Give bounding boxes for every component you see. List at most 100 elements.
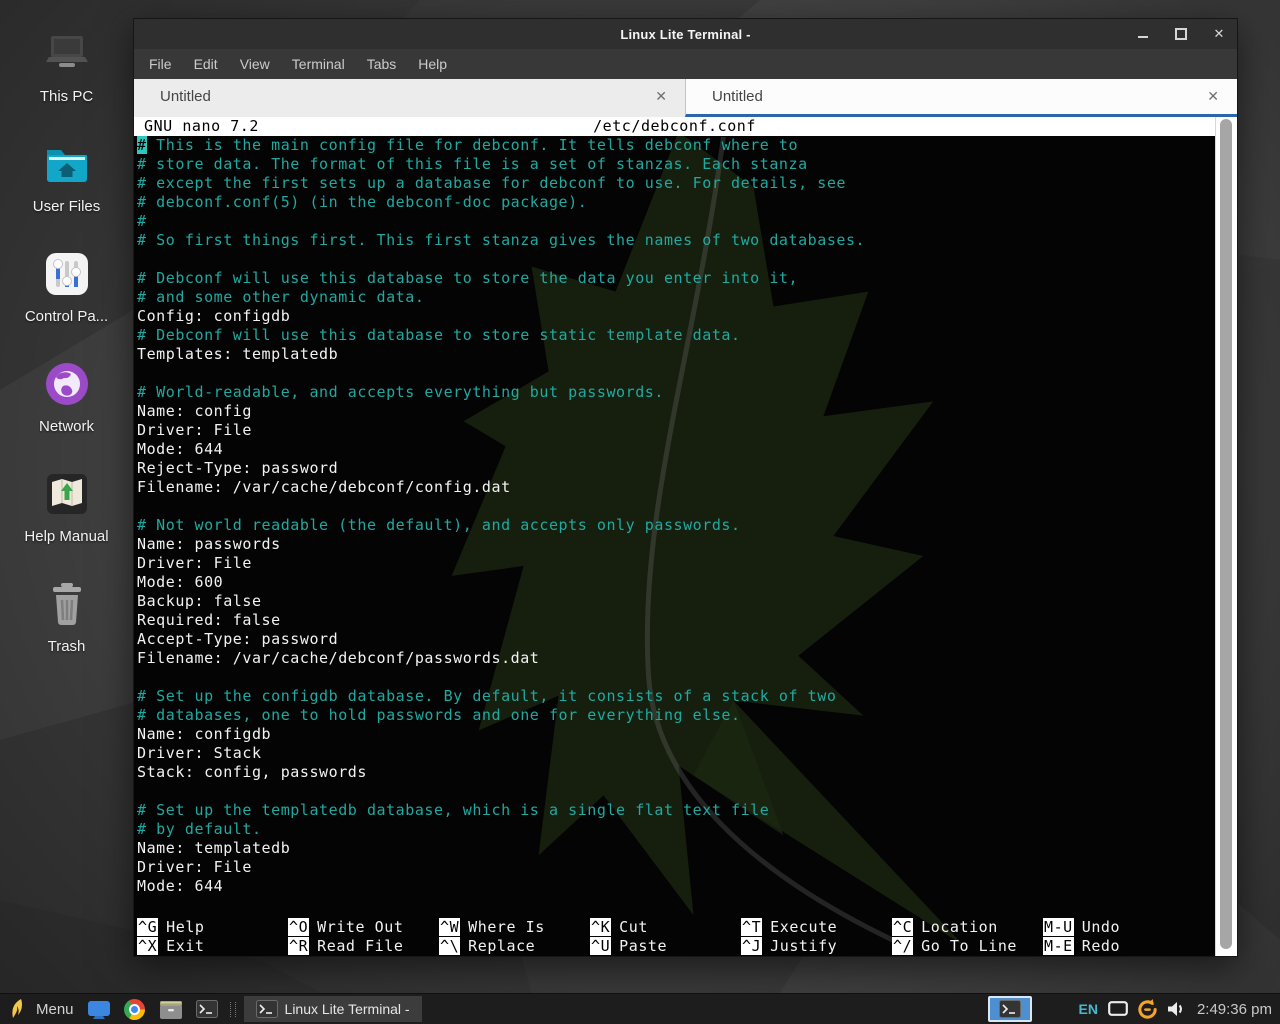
help-manual-icon: [41, 468, 93, 520]
terminal-line: # store data. The format of this file is…: [137, 155, 1215, 174]
terminal-line: # World-readable, and accepts everything…: [137, 383, 1215, 402]
launcher-window-icon[interactable]: [86, 997, 112, 1021]
desktop-icon-network[interactable]: Network: [7, 352, 127, 462]
file-content: # This is the main config file for debco…: [134, 136, 1215, 896]
shortcut-label: Location: [921, 918, 998, 936]
desktop-icon-label: Network: [39, 418, 94, 435]
shortcut-key: ^R: [288, 937, 309, 955]
desktop-icon-label: Trash: [48, 638, 86, 655]
shortcut-label: Read File: [317, 937, 403, 955]
menu-file[interactable]: File: [138, 49, 183, 79]
terminal-line: # databases, one to hold passwords and o…: [137, 706, 1215, 725]
task-button-terminal[interactable]: Linux Lite Terminal -: [244, 996, 422, 1022]
tab-1[interactable]: Untitled✕: [134, 79, 685, 117]
desktop-icon-this-pc[interactable]: This PC: [7, 22, 127, 132]
scrollbar[interactable]: [1215, 117, 1237, 956]
menu-view[interactable]: View: [229, 49, 281, 79]
terminal-line: Name: templatedb: [137, 839, 1215, 858]
shortcut-label: Execute: [770, 918, 837, 936]
terminal-line: Name: config: [137, 402, 1215, 421]
desktop: This PC User Files Control Pa... Network Hel…: [0, 0, 1280, 1024]
terminal-line: # This is the main config file for debco…: [137, 136, 1215, 155]
shortcut-key: ^C: [892, 918, 913, 936]
shortcut-cut: ^KCut: [590, 918, 741, 937]
launcher-chrome-icon[interactable]: [122, 997, 148, 1021]
terminal-line: Config: configdb: [137, 307, 1215, 326]
shortcut-key: ^W: [439, 918, 460, 936]
shortcut-write-out: ^OWrite Out: [288, 918, 439, 937]
terminal-line: Driver: File: [137, 421, 1215, 440]
launcher-terminal-icon[interactable]: [194, 997, 220, 1021]
desktop-icon-trash[interactable]: Trash: [7, 572, 127, 682]
display-icon[interactable]: [1108, 1001, 1128, 1017]
scrollbar-thumb[interactable]: [1220, 119, 1232, 949]
shortcut-key: M-U: [1043, 918, 1074, 936]
menu-terminal[interactable]: Terminal: [281, 49, 356, 79]
close-button[interactable]: ✕: [1211, 26, 1227, 42]
terminal-line: [137, 250, 1215, 269]
shortcut-read-file: ^R Read File: [288, 937, 439, 956]
shortcut-group: ^WWhere Is^\Replace: [439, 918, 590, 956]
terminal-icon: [999, 1000, 1021, 1018]
shortcut-exit: ^XExit: [137, 937, 288, 956]
tab-bar: Untitled✕Untitled✕: [134, 79, 1237, 117]
desktop-icon-help-manual[interactable]: Help Manual: [7, 462, 127, 572]
tab-close-icon[interactable]: ✕: [651, 86, 671, 107]
menu-help[interactable]: Help: [407, 49, 458, 79]
user-files-icon: [41, 138, 93, 190]
shortcut-label: Cut: [619, 918, 648, 936]
minimize-button[interactable]: [1135, 26, 1151, 42]
linux-lite-logo-icon[interactable]: [10, 998, 26, 1020]
nano-titlebar: GNU nano 7.2 /etc/debconf.conf: [134, 117, 1215, 136]
tab-2-active[interactable]: Untitled✕: [685, 79, 1237, 117]
menu-button[interactable]: Menu: [36, 1001, 74, 1018]
desktop-icon-label: This PC: [40, 88, 93, 105]
terminal-line: Stack: config, passwords: [137, 763, 1215, 782]
window-menubar: FileEditViewTerminalTabsHelp: [134, 49, 1237, 79]
terminal-line: [137, 782, 1215, 801]
desktop-icon-user-files[interactable]: User Files: [7, 132, 127, 242]
shortcut-help: ^GHelp: [137, 918, 288, 937]
shortcut-key: M-E: [1043, 937, 1074, 955]
shortcut-label: Redo: [1082, 937, 1120, 955]
shortcut-label: Paste: [619, 937, 667, 955]
terminal-line: Mode: 644: [137, 877, 1215, 896]
shortcut-group: ^GHelp^XExit: [137, 918, 288, 956]
shortcut-group: M-UUndoM-E Redo: [1043, 918, 1215, 956]
terminal-line: # Debconf will use this database to stor…: [137, 326, 1215, 345]
this-pc-icon: [41, 28, 93, 80]
shortcut-group: ^KCut^UPaste: [590, 918, 741, 956]
desktop-icon-control-pa[interactable]: Control Pa...: [7, 242, 127, 352]
terminal-line: Mode: 644: [137, 440, 1215, 459]
window-titlebar[interactable]: Linux Lite Terminal - ✕: [134, 19, 1237, 49]
terminal-line: Name: configdb: [137, 725, 1215, 744]
quick-launchers: [86, 997, 230, 1021]
trash-icon: [41, 578, 93, 630]
terminal-line: Required: false: [137, 611, 1215, 630]
taskbar: Menu Linux Lite Terminal - EN 2:49:36 pm: [0, 993, 1280, 1024]
terminal-line: #: [137, 212, 1215, 231]
language-indicator[interactable]: EN: [1078, 1001, 1097, 1017]
terminal-line: [137, 668, 1215, 687]
maximize-button[interactable]: [1173, 26, 1189, 42]
update-notifier-icon[interactable]: [1136, 998, 1159, 1021]
shortcut-redo: M-E Redo: [1043, 937, 1215, 956]
shortcut-key: ^/: [892, 937, 913, 955]
shortcut-paste: ^UPaste: [590, 937, 741, 956]
shortcut-group: ^CLocation^/Go To Line: [892, 918, 1043, 956]
maximize-icon: [1175, 28, 1187, 40]
terminal-pane[interactable]: GNU nano 7.2 /etc/debconf.conf # This is…: [134, 117, 1215, 956]
tray-active-window[interactable]: [988, 996, 1032, 1022]
tab-close-icon[interactable]: ✕: [1203, 86, 1223, 107]
shortcut-undo: M-UUndo: [1043, 918, 1215, 937]
menu-edit[interactable]: Edit: [183, 49, 229, 79]
desktop-icon-label: Control Pa...: [25, 308, 108, 325]
terminal-line: # Debconf will use this database to stor…: [137, 269, 1215, 288]
terminal-line: [137, 497, 1215, 516]
launcher-file-cabinet-icon[interactable]: [158, 997, 184, 1021]
menu-tabs[interactable]: Tabs: [356, 49, 408, 79]
shortcut-label: Where Is: [468, 918, 545, 936]
control-panel-icon: [41, 248, 93, 300]
terminal-line: # So first things first. This first stan…: [137, 231, 1215, 250]
volume-icon[interactable]: [1167, 1001, 1185, 1017]
